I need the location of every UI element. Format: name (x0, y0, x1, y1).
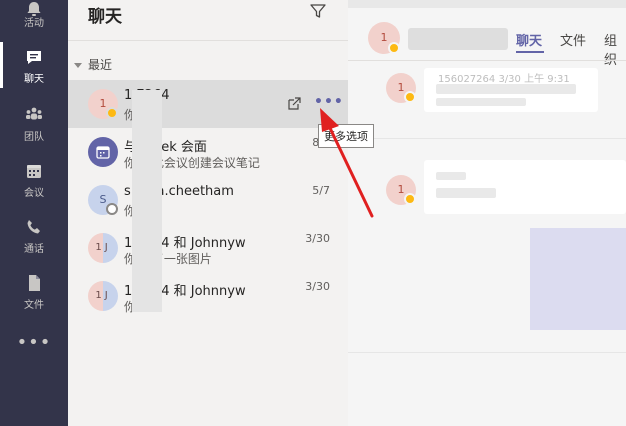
calendar-icon (27, 165, 41, 178)
shared-image-blur (530, 228, 626, 330)
divider (68, 40, 348, 41)
chat-date: 5/7 (312, 184, 330, 197)
tab-org[interactable]: 组织 (604, 30, 626, 68)
offline-status-icon (106, 203, 118, 215)
away-status-icon (404, 91, 416, 103)
conversation-pane: 1 聊天 文件 组织 1 156027264 3/30 上午 9:31 1 (348, 0, 626, 426)
message-meta: 156027264 3/30 上午 9:31 (438, 74, 570, 85)
away-status-icon (106, 107, 118, 119)
rail-item-label: 团队 (24, 132, 44, 143)
rail-item-label: 文件 (24, 300, 44, 311)
redaction-blur (436, 172, 466, 180)
rail-more-button[interactable]: ••• (0, 332, 68, 353)
message-card: 156027264 3/30 上午 9:31 (424, 68, 598, 112)
more-options-button[interactable]: ••• (314, 94, 344, 110)
file-icon (29, 275, 40, 291)
chat-list-item[interactable]: 与 nstek 会面 你 为此会议创建会议笔记 8/9 (68, 128, 348, 176)
app-rail: 活动 聊天 团队 会议 通话 文件 ••• (0, 0, 68, 426)
active-tab-indicator (516, 51, 544, 53)
divider (348, 60, 626, 61)
redaction-blur (436, 188, 496, 198)
section-label: 最近 (88, 58, 113, 72)
rail-item-meetings[interactable]: 会议 (0, 152, 68, 208)
tab-chat[interactable]: 聊天 (516, 30, 542, 49)
chat-icon (27, 51, 41, 64)
rail-item-label: 会议 (24, 188, 44, 199)
tab-files[interactable]: 文件 (560, 30, 586, 49)
rail-item-label: 通话 (24, 244, 44, 255)
panel-title: 聊天 (88, 7, 122, 27)
more-options-tooltip: 更多选项 (318, 124, 374, 148)
popout-icon[interactable] (286, 96, 302, 112)
teams-icon (26, 107, 42, 120)
avatar: 1J (88, 233, 118, 263)
rail-item-label: 聊天 (24, 74, 44, 85)
section-recent[interactable]: 最近 (74, 56, 112, 73)
chat-date: 3/30 (305, 280, 330, 293)
phone-icon (27, 220, 40, 234)
chat-date: 3/30 (305, 232, 330, 245)
chat-list-item[interactable]: 1 1 7264 你 ••• (68, 80, 348, 128)
away-status-icon (404, 193, 416, 205)
avatar (88, 137, 118, 167)
top-strip (348, 0, 626, 8)
redaction-blur (436, 84, 576, 94)
redaction-blur (436, 98, 526, 106)
rail-item-label: 活动 (24, 18, 44, 29)
chat-list-item[interactable]: 1J 1 7264 和 Johnnyw 你 3/30 (68, 272, 348, 320)
redaction-blur (408, 28, 508, 50)
chevron-down-icon (74, 63, 82, 68)
away-status-icon (388, 42, 400, 54)
calendar-icon (96, 146, 110, 159)
divider (348, 138, 626, 139)
message-card (424, 160, 626, 214)
rail-item-chat[interactable]: 聊天 (0, 38, 68, 94)
chat-list-item[interactable]: S s ntha.cheetham 你 5/7 (68, 176, 348, 224)
avatar: 1J (88, 281, 118, 311)
rail-item-teams[interactable]: 团队 (0, 96, 68, 152)
rail-item-calls[interactable]: 通话 (0, 208, 68, 264)
chat-list-panel: 聊天 最近 1 1 7264 你 ••• 与 nstek 会面 (68, 0, 348, 426)
rail-item-files[interactable]: 文件 (0, 264, 68, 320)
divider (348, 352, 626, 353)
chat-list-item[interactable]: 1J 1 7264 和 Johnnyw 你 送了一张图片 3/30 (68, 224, 348, 272)
redaction-blur (132, 90, 162, 312)
filter-icon[interactable] (309, 2, 327, 20)
